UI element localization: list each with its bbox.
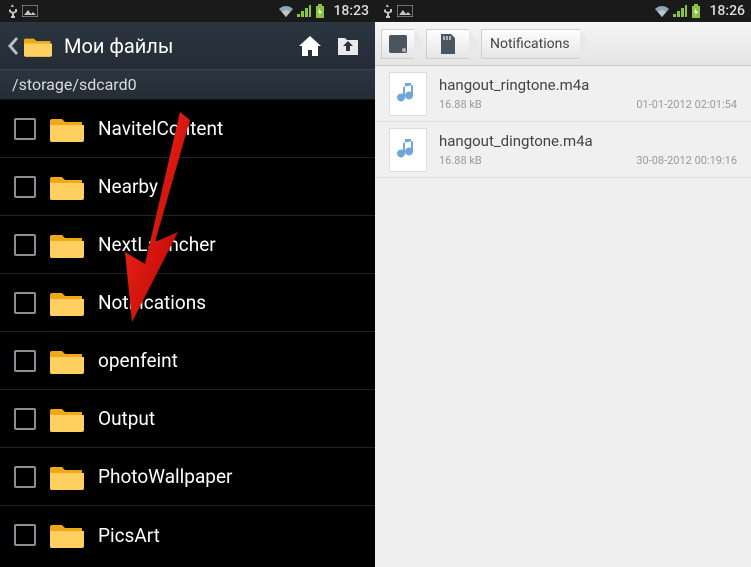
folder-row[interactable]: Nearby [0, 158, 375, 216]
file-row[interactable]: hangout_dingtone.m4a 16.88 kB 30-08-2012 0… [375, 122, 751, 178]
folder-list[interactable]: NavitelContent Nearby NextLauncher Notifica… [0, 100, 375, 567]
folder-label: NavitelContent [98, 117, 223, 140]
chevron-left-icon [8, 37, 18, 55]
mountain-icon [22, 5, 38, 17]
signal-icon [297, 5, 311, 17]
mountain-icon [397, 5, 413, 17]
file-name: hangout_ringtone.m4a [439, 76, 737, 94]
folder-icon [50, 115, 84, 143]
folder-icon [50, 405, 84, 433]
checkbox[interactable] [14, 466, 36, 488]
checkbox[interactable] [14, 118, 36, 140]
folder-label: Output [98, 407, 155, 430]
folder-row[interactable]: Notifications [0, 274, 375, 332]
file-date: 01-01-2012 02:01:54 [636, 98, 737, 111]
app-header: Мои файлы [0, 22, 375, 70]
music-file-icon [389, 72, 427, 116]
folder-icon [50, 173, 84, 201]
folder-icon [50, 521, 84, 549]
signal-icon [673, 5, 687, 17]
file-date: 30-08-2012 00:19:16 [636, 154, 737, 167]
storage-icon [386, 32, 410, 56]
checkbox[interactable] [14, 292, 36, 314]
status-bar: 18:23 [0, 0, 375, 22]
status-right: 18:26 [655, 3, 745, 19]
home-button[interactable] [291, 27, 329, 65]
app-title: Мои файлы [64, 34, 173, 58]
folder-label: NextLauncher [98, 233, 216, 256]
back-button[interactable]: Мои файлы [8, 34, 173, 58]
checkbox[interactable] [14, 234, 36, 256]
folder-row[interactable]: Output [0, 390, 375, 448]
wifi-icon [279, 5, 293, 17]
file-size: 16.88 kB [439, 98, 482, 111]
wifi-icon [655, 5, 669, 17]
checkbox[interactable] [14, 524, 36, 546]
breadcrumb-sd[interactable] [426, 29, 469, 59]
folder-icon [50, 231, 84, 259]
breadcrumb-current[interactable]: Notifications [481, 29, 580, 59]
path-display[interactable]: /storage/sdcard0 [0, 70, 375, 100]
clock: 18:23 [333, 3, 369, 19]
breadcrumb-root[interactable] [381, 29, 414, 59]
file-text: hangout_dingtone.m4a 16.88 kB 30-08-2012 0… [439, 132, 737, 167]
folder-icon [50, 463, 84, 491]
folder-up-icon [336, 35, 360, 57]
folder-label: openfeint [98, 349, 178, 372]
status-bar: 18:26 [375, 0, 751, 22]
folder-label: Nearby [98, 175, 158, 198]
folder-row[interactable]: NextLauncher [0, 216, 375, 274]
folder-row[interactable]: NavitelContent [0, 100, 375, 158]
file-list[interactable]: hangout_ringtone.m4a 16.88 kB 01-01-2012 0… [375, 66, 751, 178]
folder-icon [50, 289, 84, 317]
status-left [6, 4, 38, 18]
screen-right: 18:26 Notifications hangout_ringtone.m4a… [375, 0, 751, 567]
folder-label: PicsArt [98, 524, 160, 547]
screen-left: 18:23 Мои файлы /storage/sdcard0 Navitel… [0, 0, 375, 567]
usb-icon [6, 4, 18, 18]
up-button[interactable] [329, 27, 367, 65]
file-text: hangout_ringtone.m4a 16.88 kB 01-01-2012 0… [439, 76, 737, 111]
checkbox[interactable] [14, 408, 36, 430]
file-row[interactable]: hangout_ringtone.m4a 16.88 kB 01-01-2012 0… [375, 66, 751, 122]
folder-row[interactable]: PhotoWallpaper [0, 448, 375, 506]
folder-row[interactable]: PicsArt [0, 506, 375, 564]
folder-icon [50, 347, 84, 375]
folder-row[interactable]: openfeint [0, 332, 375, 390]
folder-label: PhotoWallpaper [98, 465, 232, 488]
folder-label: Notifications [98, 291, 206, 314]
home-icon [299, 36, 321, 56]
battery-charging-icon [315, 4, 325, 18]
checkbox[interactable] [14, 176, 36, 198]
battery-charging-icon [691, 4, 701, 18]
clock: 18:26 [709, 3, 745, 19]
breadcrumb-bar: Notifications [375, 22, 751, 66]
sd-card-icon [435, 32, 459, 56]
checkbox[interactable] [14, 350, 36, 372]
status-right: 18:23 [279, 3, 369, 19]
file-size: 16.88 kB [439, 154, 482, 167]
folder-icon [24, 35, 52, 57]
file-name: hangout_dingtone.m4a [439, 132, 737, 150]
music-file-icon [389, 128, 427, 172]
usb-icon [381, 4, 393, 18]
status-left [381, 4, 413, 18]
breadcrumb-label: Notifications [490, 36, 570, 52]
